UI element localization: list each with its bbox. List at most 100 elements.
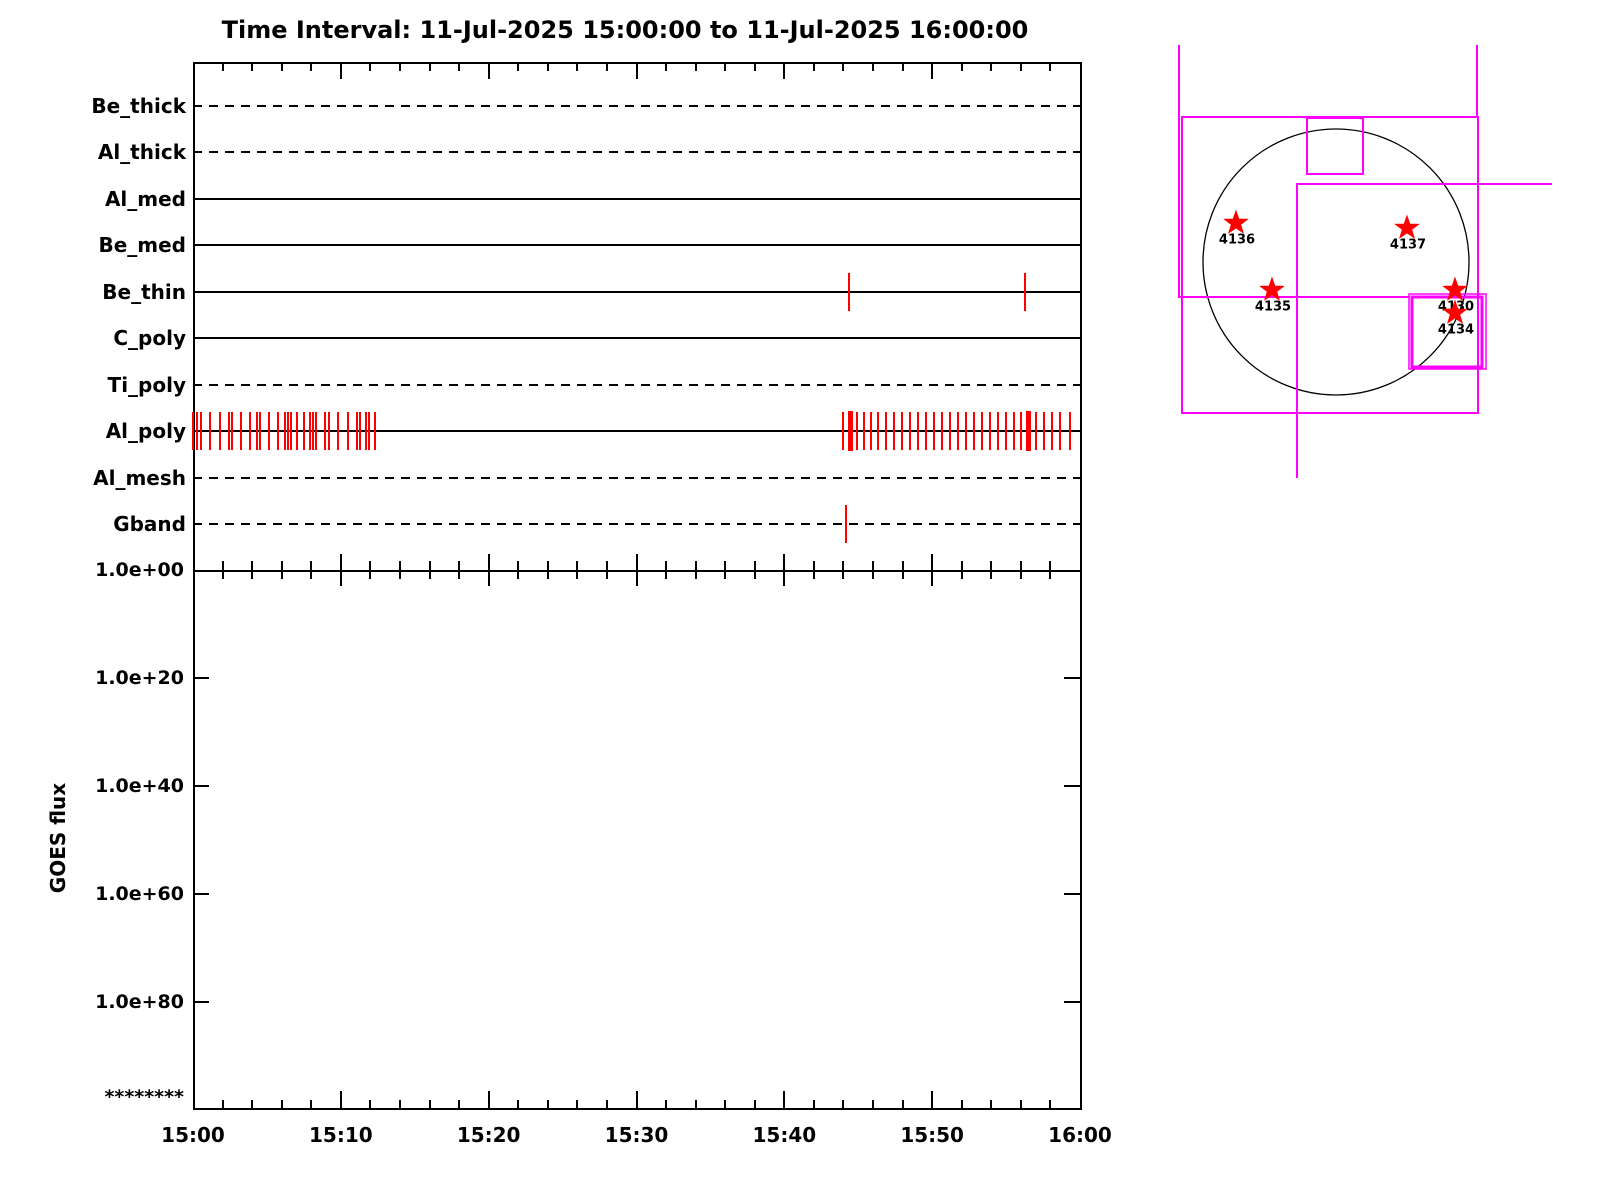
minor-time-tick [753,1100,756,1110]
fov-clipped-right [1296,183,1552,478]
row-line-Al_thick [193,151,1080,154]
decade-tick-right [1064,893,1080,895]
minor-time-tick [724,62,727,71]
row-line-Be_thin [193,290,1080,293]
y-tick-label: 1.0e+80 [95,991,184,1013]
minor-time-tick [960,62,963,71]
fov-small-top [1306,117,1364,175]
exposure-tick-Gband [845,504,848,543]
filter-row-label-Al_poly: Al_poly [105,419,186,444]
minor-time-tick [753,62,756,71]
minor-time-tick [694,62,697,71]
exposure-tick-Al_poly [256,412,258,451]
exposure-tick-Al_poly [1051,412,1054,451]
minor-time-tick [1019,62,1022,71]
minor-time-tick [753,561,756,579]
fov-clipped-top-left [1178,45,1410,298]
minor-time-tick [990,561,993,579]
minor-time-tick [517,1100,520,1110]
exposure-tick-major-Al_poly [847,411,853,452]
minor-time-tick [812,1100,815,1110]
active-region-star-4137 [1394,214,1420,239]
minor-time-tick [546,1100,549,1110]
minor-time-tick [872,62,875,71]
minor-time-tick [369,62,372,71]
minor-time-tick [546,561,549,579]
exposure-tick-Al_poly [1035,412,1038,451]
exposure-tick-Al_poly [277,412,279,451]
exposure-tick-Al_poly [997,412,1000,451]
y-tick-label: 1.0e+60 [95,883,184,905]
exposure-tick-Al_poly [192,412,194,451]
exposure-tick-Al_poly [314,412,317,451]
minor-time-tick [812,561,815,579]
exposure-tick-Al_poly [842,412,845,451]
row-line-Al_mesh [193,476,1080,479]
active-region-label-4135: 4135 [1255,300,1291,315]
exposure-tick-Al_poly [347,412,350,451]
minor-time-tick [251,1100,254,1110]
goes-flux-panel [193,570,1082,1110]
x-tick-label: 15:20 [456,1123,521,1147]
exposure-tick-Al_poly [901,412,904,451]
exposure-tick-Al_poly [1069,412,1072,451]
minor-time-tick [251,62,254,71]
major-time-tick [783,62,786,79]
exposure-tick-Al_poly [240,412,243,451]
decade-tick-left [193,677,209,679]
major-time-tick [931,554,934,586]
major-time-tick [487,1091,490,1110]
major-time-tick [635,1091,638,1110]
minor-time-tick [812,62,815,71]
filter-row-label-Be_thick: Be_thick [91,94,186,118]
solar-context-panel: 41364137413541304134 [1178,45,1552,478]
decade-tick-right [1064,1001,1080,1003]
x-tick-label: 15:10 [308,1123,373,1147]
exposure-tick-Al_poly [267,412,270,451]
exposure-tick-Al_poly [973,412,976,451]
minor-time-tick [990,62,993,71]
minor-time-tick [1049,1100,1052,1110]
decade-tick-right [1064,677,1080,679]
minor-time-tick [251,561,254,579]
major-time-tick [487,554,490,586]
exposure-tick-Al_poly [359,412,362,451]
active-region-label-4137: 4137 [1390,238,1426,253]
minor-time-tick [458,62,461,71]
filter-row-label-Al_med: Al_med [104,186,186,211]
exposure-tick-major-Al_poly [1025,411,1031,452]
filter-row-label-C_poly: C_poly [113,326,186,351]
minor-time-tick [458,1100,461,1110]
minor-time-tick [694,561,697,579]
filter-row-label-Al_mesh: Al_mesh [93,465,186,490]
minor-time-tick [398,1100,401,1110]
minor-time-tick [576,62,579,71]
y-tick-label: 1.0e+40 [95,775,184,797]
exposure-tick-Al_poly [368,412,371,451]
minor-time-tick [221,1100,224,1110]
filter-row-label-Gband: Gband [113,511,186,536]
minor-time-tick [1019,1100,1022,1110]
exposure-tick-Al_poly [856,412,859,451]
row-line-Al_med [193,197,1080,200]
major-time-tick [635,62,638,79]
exposure-tick-Al_poly [373,412,376,451]
filter-row-label-Ti_poly: Ti_poly [107,372,186,397]
minor-time-tick [280,561,283,579]
exposure-tick-Al_poly [312,412,315,451]
exposure-tick-Al_poly [877,412,880,451]
exposure-tick-Al_poly [885,412,888,451]
xrt-observation-plot: Time Interval: 11-Jul-2025 15:00:00 to 1… [0,0,1600,1200]
minor-time-tick [665,1100,668,1110]
exposure-tick-Al_poly [965,412,968,451]
active-region-star-4136 [1223,209,1249,234]
row-line-C_poly [193,337,1080,340]
minor-time-tick [458,561,461,579]
exposure-tick-Al_poly [917,412,920,451]
major-time-tick [487,62,490,79]
exposure-tick-Al_poly [949,412,952,451]
row-line-Al_poly [193,430,1080,433]
exposure-tick-Al_poly [356,412,359,451]
exposure-tick-Al_poly [893,412,896,451]
exposure-tick-Al_poly [925,412,928,451]
